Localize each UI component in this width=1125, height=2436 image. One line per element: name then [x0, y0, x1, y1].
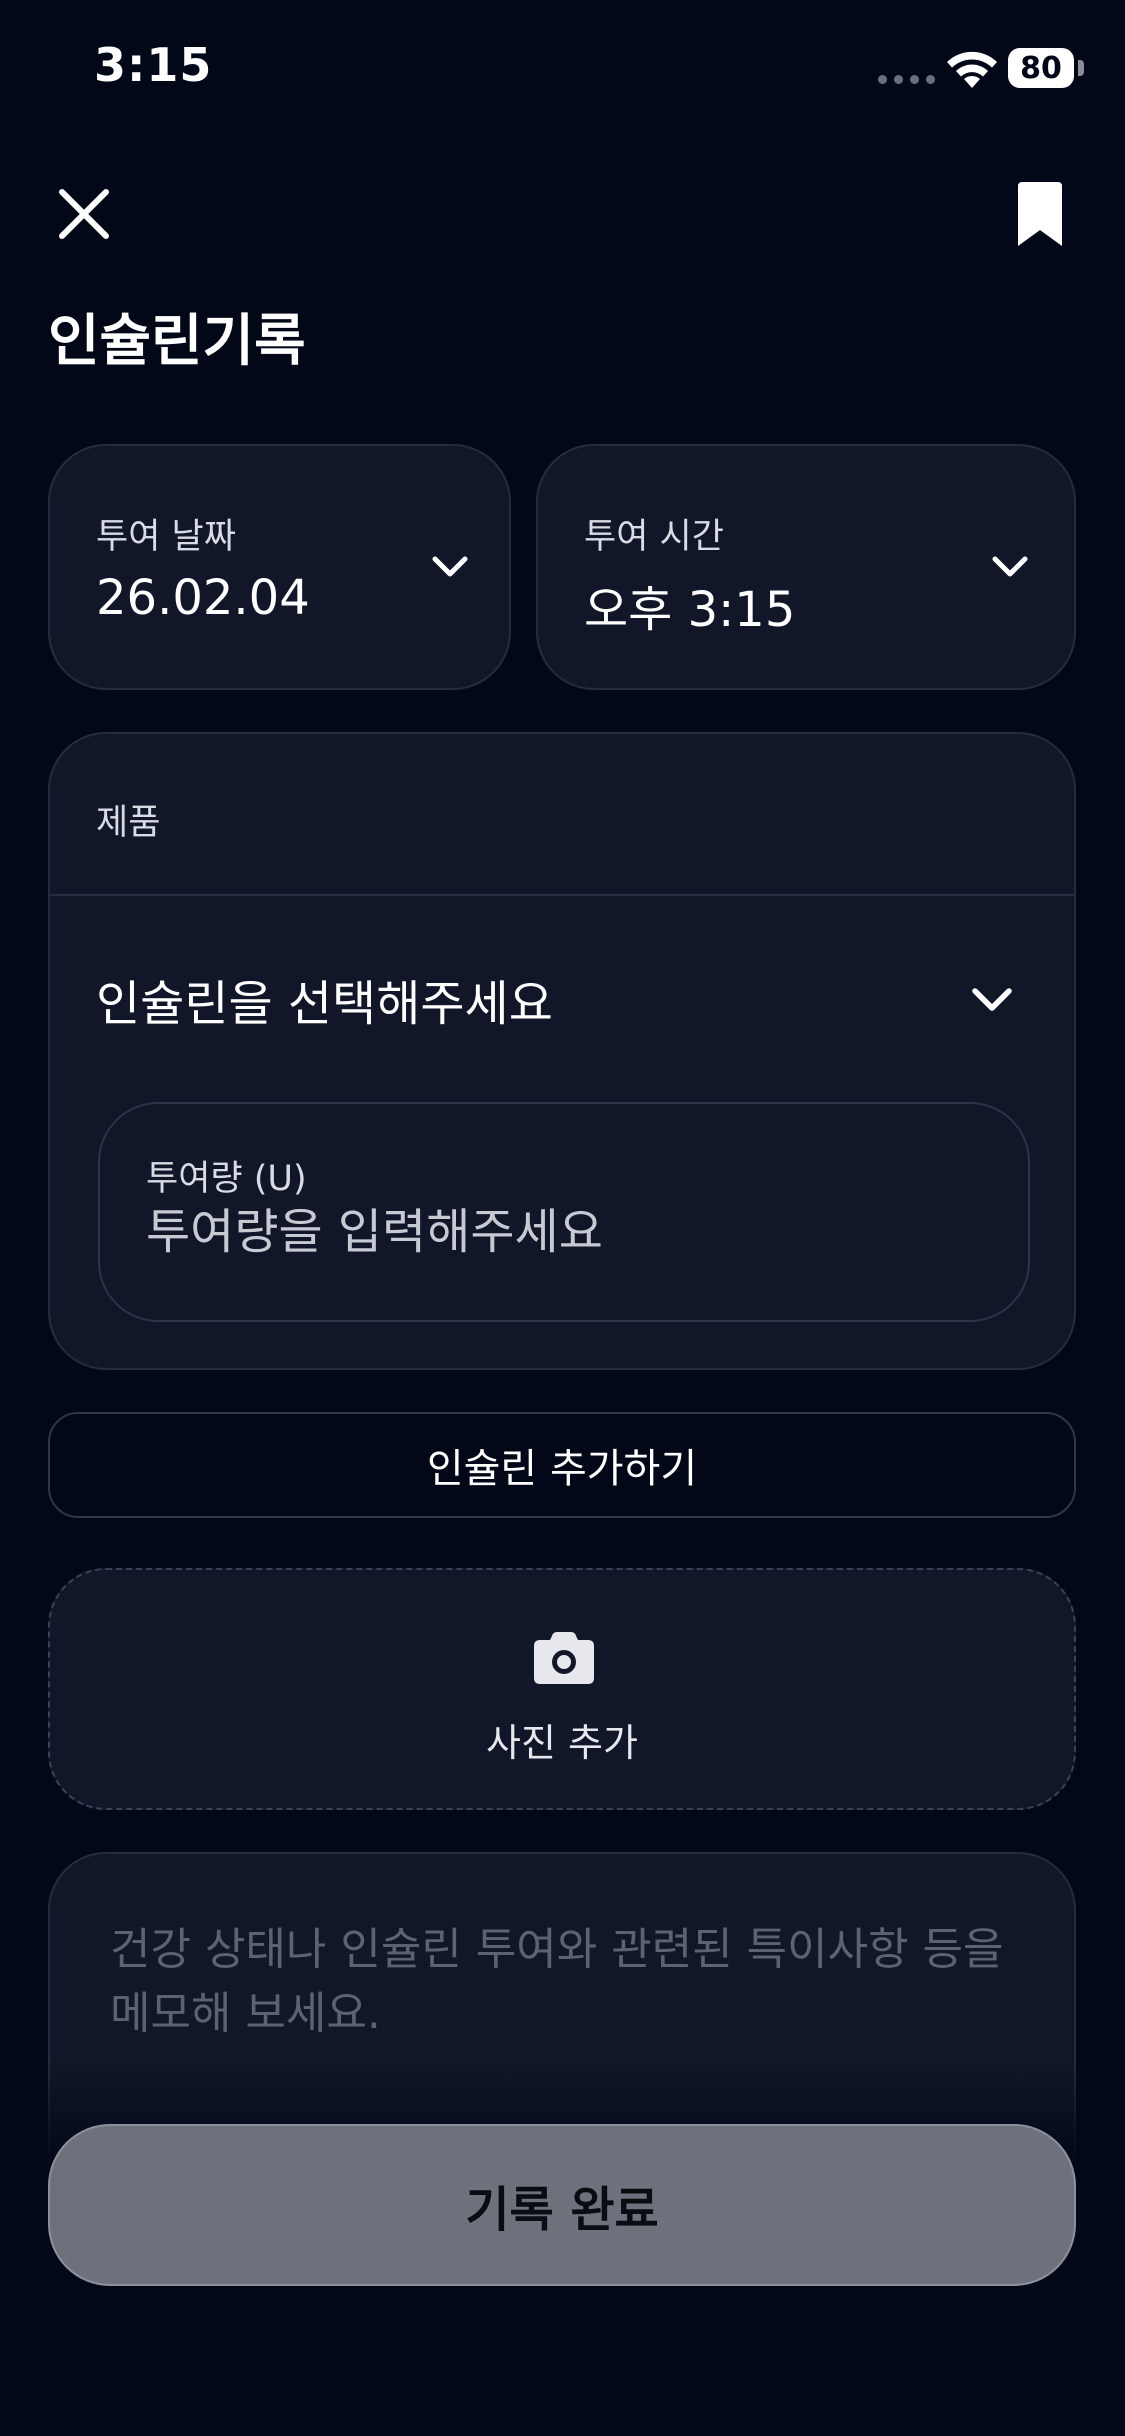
add-photo-button[interactable]: 사진 추가 — [48, 1568, 1076, 1810]
time-value: 오후 3:15 — [584, 582, 796, 638]
product-label: 제품 — [96, 803, 161, 843]
photo-label: 사진 추가 — [486, 1721, 638, 1765]
time-label: 투여 시간 — [584, 517, 724, 557]
battery-indicator: 80 — [1008, 48, 1074, 88]
date-value: 26.02.04 — [96, 570, 310, 626]
time-picker[interactable]: 투여 시간 오후 3:15 — [536, 444, 1076, 690]
date-picker[interactable]: 투여 날짜 26.02.04 — [48, 444, 511, 690]
page-title: 인슐린기록 — [48, 309, 306, 374]
insulin-select[interactable]: 인슐린을 선택해주세요 — [96, 964, 553, 1034]
battery-tip — [1078, 60, 1084, 76]
close-icon[interactable] — [52, 182, 116, 246]
status-bar: 3:15 80 — [0, 0, 1125, 140]
wifi-icon — [947, 51, 997, 88]
chevron-down-icon — [992, 556, 1028, 577]
dose-input[interactable] — [146, 1204, 966, 1260]
divider — [50, 894, 1074, 896]
dose-field[interactable]: 투여량 (U) — [98, 1102, 1030, 1322]
product-card: 제품 인슐린을 선택해주세요 투여량 (U) — [48, 732, 1076, 1370]
dose-label: 투여량 (U) — [146, 1159, 307, 1199]
camera-icon — [534, 1632, 594, 1684]
date-label: 투여 날짜 — [96, 517, 236, 557]
add-insulin-button[interactable]: 인슐린 추가하기 — [48, 1412, 1076, 1518]
submit-button[interactable]: 기록 완료 — [48, 2124, 1076, 2286]
bookmark-icon[interactable] — [1012, 182, 1068, 250]
chevron-down-icon[interactable] — [970, 986, 1014, 1014]
cellular-signal-icon — [878, 75, 935, 84]
status-time: 3:15 — [94, 38, 213, 92]
chevron-down-icon — [432, 556, 468, 577]
